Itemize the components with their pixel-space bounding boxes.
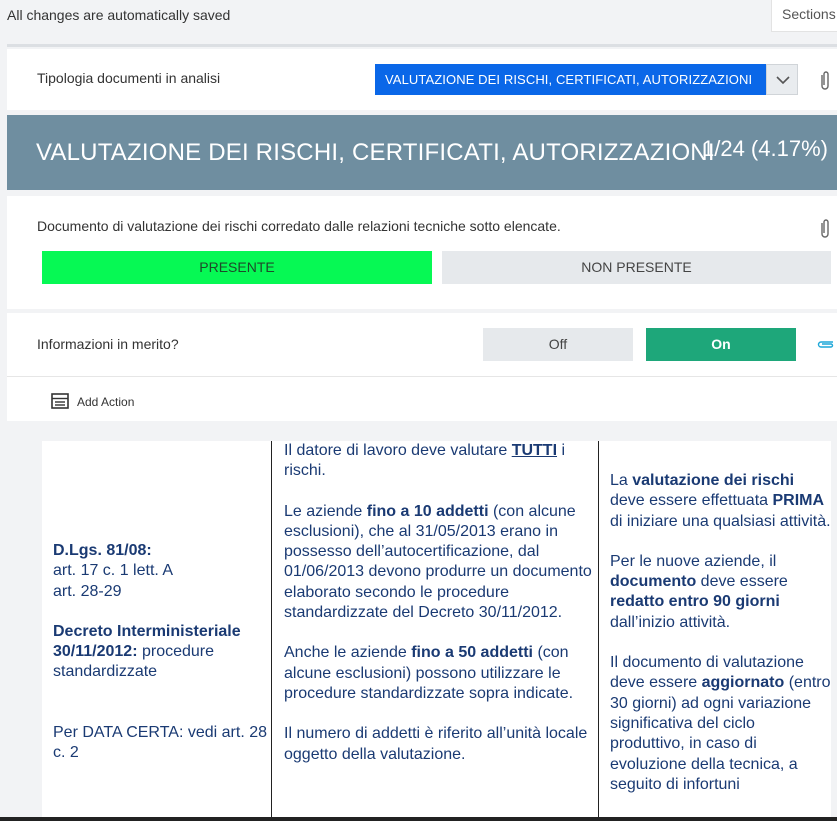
off-toggle-button[interactable]: Off xyxy=(483,328,633,361)
data-certa-note: Per DATA CERTA: vedi art. 28 c. 2 xyxy=(53,723,267,762)
doc-paragraph: Il datore di lavoro deve valutare TUTTI … xyxy=(284,442,566,480)
top-divider xyxy=(7,44,837,47)
card-divider xyxy=(7,376,837,377)
law-article: art. 17 c. 1 lett. A xyxy=(53,562,174,580)
question-card-document: Documento di valutazione dei rischi corr… xyxy=(7,196,837,309)
present-button[interactable]: PRESENTE xyxy=(42,251,432,284)
doc-paragraph: Il documento di valutazione deve essere … xyxy=(610,654,831,793)
document-type-dropdown-toggle[interactable] xyxy=(766,64,798,95)
doc-column-law: D.Lgs. 81/08: art. 17 c. 1 lett. A art. … xyxy=(42,441,271,821)
reference-document: D.Lgs. 81/08: art. 17 c. 1 lett. A art. … xyxy=(42,441,831,821)
question-text: Informazioni in merito? xyxy=(37,336,179,352)
question-text: Documento di valutazione dei rischi corr… xyxy=(37,218,561,234)
paperclip-icon[interactable] xyxy=(819,217,831,239)
doc-paragraph: La valutazione dei rischi deve essere ef… xyxy=(610,472,831,530)
autosave-status: All changes are automatically saved xyxy=(7,7,231,23)
list-icon[interactable] xyxy=(51,393,69,409)
section-title: VALUTAZIONE DEI RISCHI, CERTIFICATI, AUT… xyxy=(36,139,715,166)
doc-paragraph: Le aziende fino a 10 addetti (con alcune… xyxy=(284,502,592,622)
section-banner: VALUTAZIONE DEI RISCHI, CERTIFICATI, AUT… xyxy=(7,115,837,190)
doc-column-timing: La valutazione dei rischi deve essere ef… xyxy=(599,441,831,821)
doc-paragraph: Il numero di addetti è riferito all’unit… xyxy=(284,725,588,763)
section-progress: 1/24 (4.17%) xyxy=(702,136,828,161)
law-reference: D.Lgs. 81/08: xyxy=(53,542,152,559)
top-bar: All changes are automatically saved Sect… xyxy=(0,0,837,44)
on-toggle-button[interactable]: On xyxy=(646,328,796,361)
law-article: art. 28-29 xyxy=(53,582,122,600)
document-type-card: Tipologia documenti in analisi VALUTAZIO… xyxy=(7,49,837,110)
doc-paragraph: Per le nuove aziende, il documento deve … xyxy=(610,552,788,631)
chevron-down-icon xyxy=(776,76,790,85)
sections-button[interactable]: Sections xyxy=(771,0,837,32)
paperclip-icon[interactable] xyxy=(819,69,831,91)
question-card-info: Informazioni in merito? Off On Add Actio… xyxy=(7,313,837,421)
document-type-label: Tipologia documenti in analisi xyxy=(37,70,221,86)
not-present-button[interactable]: NON PRESENTE xyxy=(442,251,831,284)
document-type-select[interactable]: VALUTAZIONE DEI RISCHI, CERTIFICATI, AUT… xyxy=(375,64,766,95)
doc-column-obligations: Il datore di lavoro deve valutare TUTTI … xyxy=(271,441,599,821)
add-action-button[interactable]: Add Action xyxy=(77,395,134,409)
doc-paragraph: Anche le aziende fino a 50 addetti (con … xyxy=(284,644,574,702)
paperclip-icon[interactable] xyxy=(817,339,835,349)
taskbar-edge xyxy=(0,817,837,821)
